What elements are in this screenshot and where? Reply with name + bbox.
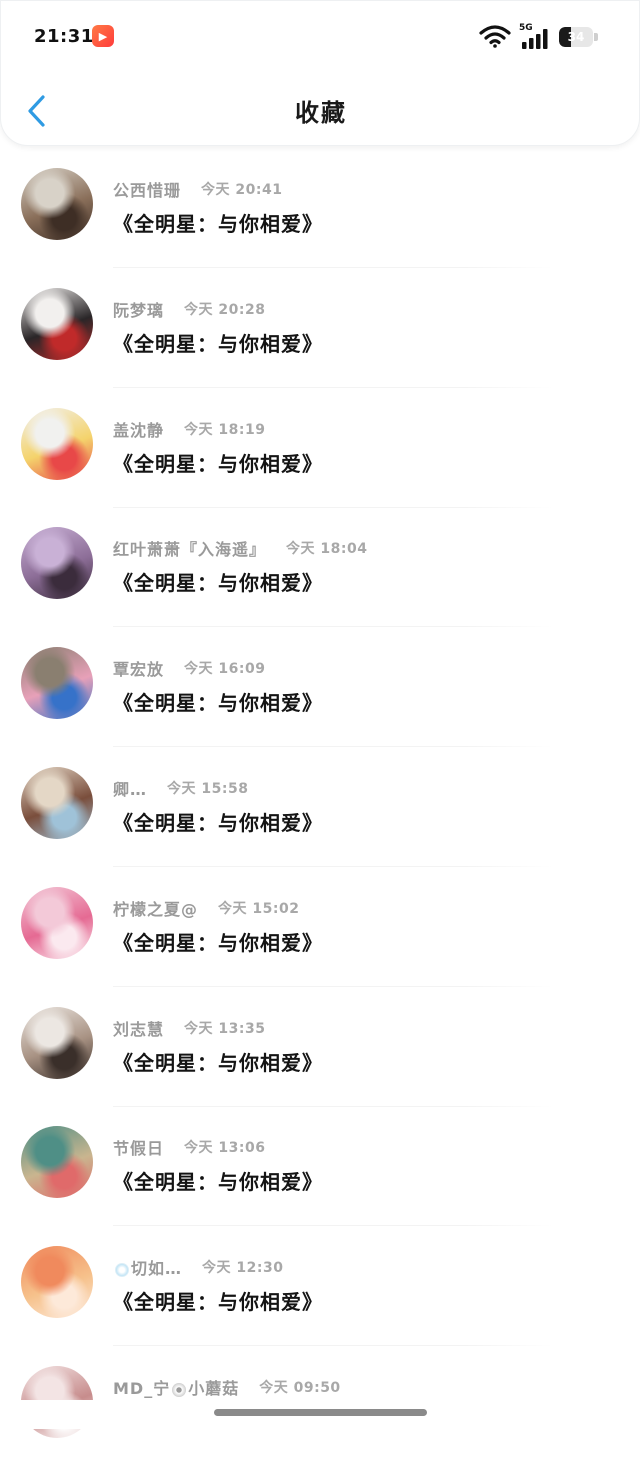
list-item[interactable]: 覃宏放 今天 16:09 《全明星：与你相爱》 xyxy=(0,627,640,748)
favorite-title[interactable]: 《全明星：与你相爱》 xyxy=(113,328,323,357)
item-meta: 阮梦璃 今天 20:28 xyxy=(113,298,265,320)
user-name-suffix: 小蘑菇 xyxy=(188,1379,240,1398)
user-name-text: 盖沈静 xyxy=(113,420,165,440)
timestamp: 今天 18:04 xyxy=(286,541,368,558)
item-meta: 柠檬之夏@ 今天 15:02 xyxy=(113,897,299,919)
timestamp: 今天 12:30 xyxy=(202,1260,284,1277)
user-name[interactable]: 盖沈静 xyxy=(113,417,164,441)
battery-cap xyxy=(594,33,598,41)
avatar[interactable] xyxy=(21,647,93,720)
timestamp: 今天 15:58 xyxy=(167,781,249,797)
user-name[interactable]: 阮梦璃 xyxy=(113,297,164,321)
timestamp: 今天 16:09 xyxy=(184,661,266,678)
favorite-title[interactable]: 《全明星：与你相爱》 xyxy=(113,1286,323,1315)
avatar[interactable] xyxy=(21,407,93,480)
favorite-title[interactable]: 《全明星：与你相爱》 xyxy=(113,687,323,716)
user-name-text: 公西惜珊 xyxy=(113,181,182,200)
item-meta: 节假日 今天 13:06 xyxy=(113,1136,265,1158)
battery-percent: 34 xyxy=(567,30,585,44)
favorite-title[interactable]: 《全明星：与你相爱》 xyxy=(113,448,323,477)
user-name[interactable]: 覃宏放 xyxy=(113,656,164,680)
user-name[interactable]: MD_宁 小蘑菇 xyxy=(113,1375,239,1399)
list-item[interactable]: 公西惜珊 今天 20:41 《全明星：与你相爱》 xyxy=(0,148,640,268)
list-item[interactable]: 卿… 今天 15:58 《全明星：与你相爱》 xyxy=(0,747,640,867)
user-name-text: 阮梦璃 xyxy=(113,300,165,320)
item-meta: 红叶萧萧『入海遥』 今天 18:04 xyxy=(113,537,367,559)
item-meta: 覃宏放 今天 16:09 xyxy=(113,657,265,679)
user-name[interactable]: 红叶萧萧『入海遥』 xyxy=(113,536,266,560)
avatar[interactable] xyxy=(21,168,93,240)
timestamp: 今天 13:35 xyxy=(184,1020,266,1037)
avatar[interactable] xyxy=(21,886,93,959)
list-item[interactable]: 节假日 今天 13:06 《全明星：与你相爱》 xyxy=(0,1106,640,1227)
timestamp: 今天 20:28 xyxy=(184,301,266,318)
user-name[interactable]: 切如… xyxy=(113,1255,182,1279)
item-meta: 刘志慧 今天 13:35 xyxy=(113,1017,265,1039)
item-meta: 卿… 今天 15:58 xyxy=(113,777,248,799)
list-item[interactable]: 柠檬之夏@ 今天 15:02 《全明星：与你相爱》 xyxy=(0,867,640,987)
user-name[interactable]: 节假日 xyxy=(113,1135,164,1159)
battery-icon: 34 xyxy=(559,27,593,47)
avatar[interactable] xyxy=(21,1126,93,1199)
top-app-bar: 21:31 ▶ 5G 34 收藏 xyxy=(0,0,640,146)
wifi-icon xyxy=(479,25,511,48)
user-name-text: 刘志慧 xyxy=(113,1019,165,1039)
user-name-text: 切如… xyxy=(131,1259,183,1279)
timestamp: 今天 13:06 xyxy=(184,1140,266,1157)
home-indicator[interactable] xyxy=(214,1409,427,1416)
avatar[interactable] xyxy=(21,1006,93,1079)
list-item[interactable]: 阮梦璃 今天 20:28 《全明星：与你相爱》 xyxy=(0,268,640,388)
user-name-text: MD_宁 xyxy=(113,1379,171,1398)
user-name-text: 红叶萧萧『入海遥』 xyxy=(113,540,267,560)
timestamp: 今天 09:50 xyxy=(259,1380,341,1396)
list-item[interactable]: 盖沈静 今天 18:19 《全明星：与你相爱》 xyxy=(0,388,640,508)
favorite-title[interactable]: 《全明星：与你相爱》 xyxy=(113,1166,323,1195)
user-name[interactable]: 柠檬之夏@ xyxy=(113,896,198,920)
user-name[interactable]: 刘志慧 xyxy=(113,1016,164,1040)
user-name-text: 柠檬之夏@ xyxy=(113,899,199,919)
list-item[interactable]: 切如… 今天 12:30 《全明星：与你相爱》 xyxy=(0,1226,640,1347)
avatar[interactable] xyxy=(21,287,93,360)
list-item[interactable]: 刘志慧 今天 13:35 《全明星：与你相爱》 xyxy=(0,987,640,1107)
item-meta: MD_宁 小蘑菇 今天 09:50 xyxy=(113,1376,341,1398)
favorite-title[interactable]: 《全明星：与你相爱》 xyxy=(113,1047,323,1076)
timestamp: 今天 20:41 xyxy=(201,182,283,198)
avatar[interactable] xyxy=(21,527,93,600)
favorite-title[interactable]: 《全明星：与你相爱》 xyxy=(113,208,323,237)
sparkle-icon xyxy=(115,1262,129,1277)
list-item[interactable]: 红叶萧萧『入海遥』 今天 18:04 《全明星：与你相爱》 xyxy=(0,507,640,628)
user-name-text: 卿… xyxy=(113,780,148,799)
timestamp: 今天 15:02 xyxy=(218,900,300,917)
user-name-text: 节假日 xyxy=(113,1139,165,1159)
status-time: 21:31 xyxy=(34,26,94,47)
video-app-icon: ▶ xyxy=(92,25,114,47)
page-title: 收藏 xyxy=(295,99,347,127)
item-meta: 切如… 今天 12:30 xyxy=(113,1256,283,1278)
user-name[interactable]: 卿… xyxy=(113,776,147,800)
status-bar: 21:31 ▶ 5G 34 xyxy=(1,1,640,71)
flower-icon xyxy=(172,1382,187,1397)
item-meta: 公西惜珊 今天 20:41 xyxy=(113,178,282,200)
avatar[interactable] xyxy=(21,1246,93,1319)
favorite-title[interactable]: 《全明星：与你相爱》 xyxy=(113,567,323,596)
favorite-title[interactable]: 《全明星：与你相爱》 xyxy=(113,807,323,836)
cellular-signal-icon: 5G xyxy=(519,23,553,49)
timestamp: 今天 18:19 xyxy=(184,421,266,438)
user-name[interactable]: 公西惜珊 xyxy=(113,177,181,201)
avatar[interactable] xyxy=(21,767,93,839)
user-name-text: 覃宏放 xyxy=(113,660,165,680)
favorite-title[interactable]: 《全明星：与你相爱》 xyxy=(113,927,323,956)
item-meta: 盖沈静 今天 18:19 xyxy=(113,418,265,440)
